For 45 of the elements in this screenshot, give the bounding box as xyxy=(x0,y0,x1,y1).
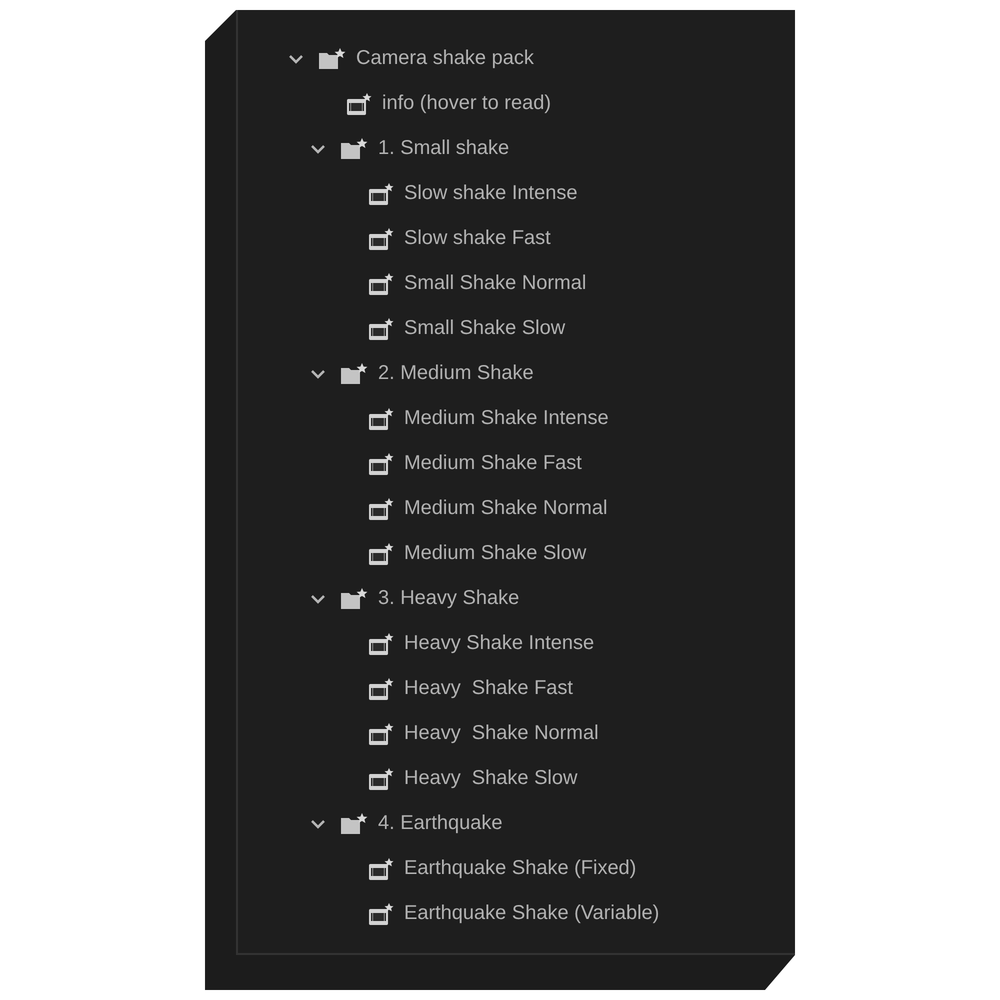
clip-label[interactable]: Medium Shake Intense xyxy=(404,407,609,430)
clip-label[interactable]: Medium Shake Normal xyxy=(404,497,608,520)
chevron-icon[interactable] xyxy=(310,594,326,604)
folder-star-icon xyxy=(340,362,368,386)
clip-label[interactable]: Medium Shake Fast xyxy=(404,452,582,475)
folder-star-icon xyxy=(340,136,368,160)
clip-icon xyxy=(368,496,394,520)
clip-icon xyxy=(368,722,394,746)
clip-icon xyxy=(368,856,394,880)
clip-icon xyxy=(368,272,394,296)
folder-label[interactable]: 4. Earthquake xyxy=(378,812,503,835)
clip-label[interactable]: Heavy Shake Slow xyxy=(404,767,578,790)
clip-icon xyxy=(368,542,394,566)
clip-label[interactable]: Earthquake Shake (Variable) xyxy=(404,902,660,925)
clip-label[interactable]: Heavy Shake Fast xyxy=(404,677,573,700)
clip-icon xyxy=(368,632,394,656)
chevron-icon[interactable] xyxy=(310,818,326,828)
chevron-icon[interactable] xyxy=(310,368,326,378)
folder-label[interactable]: 2. Medium Shake xyxy=(378,362,534,385)
clip-label[interactable]: info (hover to read) xyxy=(382,92,551,115)
clip-icon xyxy=(368,452,394,476)
clip-label[interactable]: Earthquake Shake (Fixed) xyxy=(404,857,636,880)
clip-label[interactable]: Heavy Shake Intense xyxy=(404,632,594,655)
chevron-icon[interactable] xyxy=(310,144,326,154)
folder-label[interactable]: 1. Small shake xyxy=(378,137,510,160)
clip-icon xyxy=(346,92,372,116)
folder-star-icon xyxy=(340,586,368,610)
clip-label[interactable]: Medium Shake Slow xyxy=(404,542,586,565)
folder-star-icon xyxy=(318,46,346,70)
clip-icon xyxy=(368,902,394,926)
clip-label[interactable]: Small Shake Normal xyxy=(404,272,586,295)
clip-label[interactable]: Heavy Shake Normal xyxy=(404,722,599,745)
folder-label[interactable]: Camera shake pack xyxy=(356,47,534,70)
clip-label[interactable]: Slow shake Fast xyxy=(404,227,551,250)
clip-label[interactable]: Slow shake Intense xyxy=(404,182,578,205)
clip-icon xyxy=(368,226,394,250)
clip-icon xyxy=(368,766,394,790)
clip-icon xyxy=(368,676,394,700)
clip-label[interactable]: Small Shake Slow xyxy=(404,317,566,340)
folder-label[interactable]: 3. Heavy Shake xyxy=(378,587,520,610)
clip-icon xyxy=(368,316,394,340)
folder-star-icon xyxy=(340,812,368,836)
clip-icon xyxy=(368,182,394,206)
clip-icon xyxy=(368,406,394,430)
chevron-icon[interactable] xyxy=(288,54,304,64)
